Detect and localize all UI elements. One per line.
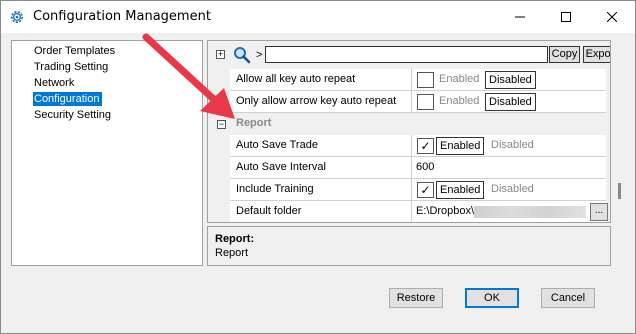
option-enabled[interactable]: Enabled (436, 137, 485, 155)
property-value: ✓ Enabled Disabled (412, 135, 606, 157)
nav-item-network[interactable]: Network (33, 76, 77, 90)
minimize-icon (515, 16, 525, 18)
option-enabled[interactable]: Enabled (436, 181, 485, 199)
grid-scrollbar[interactable] (618, 183, 621, 199)
title-bar: Configuration Management (1, 1, 635, 33)
close-icon (607, 12, 617, 22)
option-disabled[interactable]: Disabled (488, 137, 537, 155)
property-row: Include Training ✓ Enabled Disabled (208, 179, 606, 201)
property-value: Enabled Disabled (412, 69, 606, 91)
option-disabled[interactable]: Disabled (488, 181, 537, 199)
property-row: Auto Save Trade ✓ Enabled Disabled (208, 135, 606, 157)
folder-path[interactable]: E:\Dropbox\ (416, 201, 474, 222)
enable-checkbox[interactable]: ✓ (417, 138, 434, 154)
maximize-button[interactable] (543, 1, 589, 33)
nav-item-security-setting[interactable]: Security Setting (33, 108, 114, 122)
description-text: Report (215, 247, 249, 259)
cancel-button[interactable]: Cancel (541, 288, 595, 308)
option-disabled[interactable]: Disabled (485, 93, 536, 111)
configuration-window: Configuration Management Order Templates… (0, 0, 636, 334)
property-row: Default folder E:\Dropbox\ ... (208, 201, 608, 222)
nav-item-configuration[interactable]: Configuration (33, 92, 103, 106)
property-name: Auto Save Interval (230, 157, 412, 179)
settings-nav-list: Order Templates Trading Setting Network … (11, 40, 203, 266)
search-input[interactable] (265, 46, 548, 63)
collapse-icon[interactable]: − (217, 120, 226, 129)
checkmark-icon: ✓ (420, 139, 431, 153)
property-grid: + > Copy Export Allow all key auto repea… (207, 40, 611, 223)
description-title: Report: (215, 233, 255, 245)
option-disabled[interactable]: Disabled (485, 71, 536, 89)
property-row: Auto Save Interval 600 (208, 157, 606, 179)
property-value: Enabled Disabled (412, 91, 606, 113)
property-name: Auto Save Trade (230, 135, 412, 157)
redacted-path (474, 206, 586, 218)
property-value: E:\Dropbox\ ... (412, 201, 608, 222)
browse-button[interactable]: ... (590, 203, 608, 221)
enable-checkbox[interactable] (417, 94, 434, 110)
nav-item-order-templates[interactable]: Order Templates (33, 44, 118, 58)
nav-item-trading-setting[interactable]: Trading Setting (33, 60, 111, 74)
maximize-icon (561, 12, 571, 22)
restore-button[interactable]: Restore (389, 288, 443, 308)
gear-icon (9, 9, 25, 25)
property-name: Include Training (230, 179, 412, 201)
window-title: Configuration Management (33, 9, 211, 24)
property-name: Only allow arrow key auto repeat (230, 91, 412, 113)
search-scope-indicator: > (256, 49, 263, 61)
grid-toolbar: + > Copy Export (208, 41, 610, 68)
export-button[interactable]: Export (583, 46, 610, 63)
ok-button[interactable]: OK (465, 288, 519, 308)
expand-icon[interactable]: + (216, 50, 225, 59)
property-name: Allow all key auto repeat (230, 69, 412, 91)
option-enabled[interactable]: Enabled (436, 71, 482, 89)
property-name: Default folder (230, 201, 412, 222)
category-row-report[interactable]: − Report (208, 113, 606, 135)
checkmark-icon: ✓ (420, 183, 431, 197)
property-row: Allow all key auto repeat Enabled Disabl… (208, 69, 606, 91)
property-value: ✓ Enabled Disabled (412, 179, 606, 201)
enable-checkbox[interactable] (417, 72, 434, 88)
search-icon[interactable] (233, 46, 251, 64)
minimize-button[interactable] (497, 1, 543, 33)
copy-button[interactable]: Copy (549, 46, 580, 63)
interval-value[interactable]: 600 (412, 157, 606, 179)
option-enabled[interactable]: Enabled (436, 93, 482, 111)
property-row: Only allow arrow key auto repeat Enabled… (208, 91, 606, 113)
enable-checkbox[interactable]: ✓ (417, 182, 434, 198)
category-label: Report (236, 117, 272, 129)
close-button[interactable] (589, 1, 635, 33)
description-panel: Report: Report (207, 226, 611, 266)
